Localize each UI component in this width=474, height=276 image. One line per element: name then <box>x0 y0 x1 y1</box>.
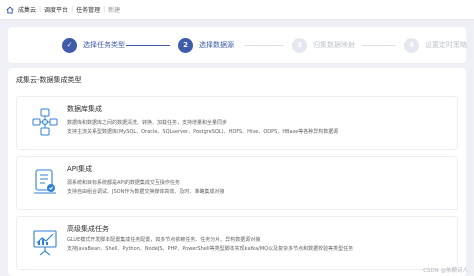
database-network-icon <box>31 107 59 137</box>
breadcrumb-item-task-management[interactable]: 任务管理 <box>76 5 100 14</box>
option-desc-line2: 支持JavaBean、Shell、Python、NodeJS、PHP、Power… <box>67 246 354 252</box>
steps-bar: ✓ 选择任务类型 2 选择数据源 3 归集数据映射 4 设置定时策略 <box>8 27 467 63</box>
step-label: 归集数据映射 <box>313 41 355 49</box>
step-connector <box>126 45 170 46</box>
step-number: 3 <box>292 37 307 53</box>
breadcrumb-item-new: 新建 <box>108 7 121 14</box>
step-label: 选择任务类型 <box>83 41 125 49</box>
option-title: 高级集成任务 <box>67 225 109 233</box>
api-monitor-icon <box>31 167 59 197</box>
integration-option-database[interactable]: 数据库集成 数据库和数据库之间的数据清洗、转换、加载任务，支持增量和全量同步 支… <box>16 96 458 150</box>
step-select-task-type[interactable]: ✓ 选择任务类型 <box>62 35 125 55</box>
step-label: 选择数据源 <box>199 41 234 49</box>
check-icon: ✓ <box>62 37 77 53</box>
integration-option-api[interactable]: API集成 源系统和目标系统都是API的数据集成交互操作任务 支持自由组合调试、… <box>16 156 458 210</box>
breadcrumb-separator: | <box>103 6 106 13</box>
watermark: CSDN @依颗诗人 <box>423 268 468 274</box>
step-select-datasource[interactable]: 2 选择数据源 <box>178 35 234 55</box>
step-label: 设置定时策略 <box>425 41 467 49</box>
option-desc-line1: 数据库和数据库之间的数据清洗、转换、加载任务，支持增量和全量同步 <box>67 120 228 126</box>
step-connector <box>362 45 396 46</box>
step-connector <box>244 45 284 46</box>
breadcrumb: 成集云 | 调度平台 | 任务管理 | 新建 <box>0 0 474 20</box>
option-desc-line2: 支持主流关系型数据库(MySQL、Oracle、SQLserver、Postgr… <box>67 129 339 135</box>
breadcrumb-separator: | <box>39 6 42 13</box>
presentation-chart-icon <box>31 227 59 257</box>
integration-option-advanced[interactable]: 高级集成任务 GLUE模式开发脚本配置集成任务配置，如多节点依赖任务、任务分片、… <box>16 216 458 270</box>
home-icon[interactable] <box>6 6 14 14</box>
option-title: API集成 <box>67 165 93 173</box>
option-title: 数据库集成 <box>67 105 102 113</box>
breadcrumb-item-scheduling[interactable]: 调度平台 <box>44 5 68 14</box>
step-schedule-policy[interactable]: 4 设置定时策略 <box>404 35 467 55</box>
step-data-mapping[interactable]: 3 归集数据映射 <box>292 35 355 55</box>
option-desc-line1: 源系统和目标系统都是API的数据集成交互操作任务 <box>67 180 180 186</box>
breadcrumb-item-cjy[interactable]: 成集云 <box>18 5 36 14</box>
step-number: 4 <box>404 37 419 53</box>
integration-type-panel: 成集云-数据集成类型 数据库集成 数据库和数据库之间的数据清洗、转换、加载任务，… <box>8 68 466 276</box>
breadcrumb-separator: | <box>71 6 74 13</box>
option-desc-line2: 支持自由组合调试、JSON作为数据交换媒体高效、及时、准确集成对接 <box>67 189 225 195</box>
option-desc-line1: GLUE模式开发脚本配置集成任务配置，如多节点依赖任务、任务分片、异构数据源对接 <box>67 237 261 243</box>
section-title: 成集云-数据集成类型 <box>16 76 82 84</box>
step-number: 2 <box>178 37 193 53</box>
